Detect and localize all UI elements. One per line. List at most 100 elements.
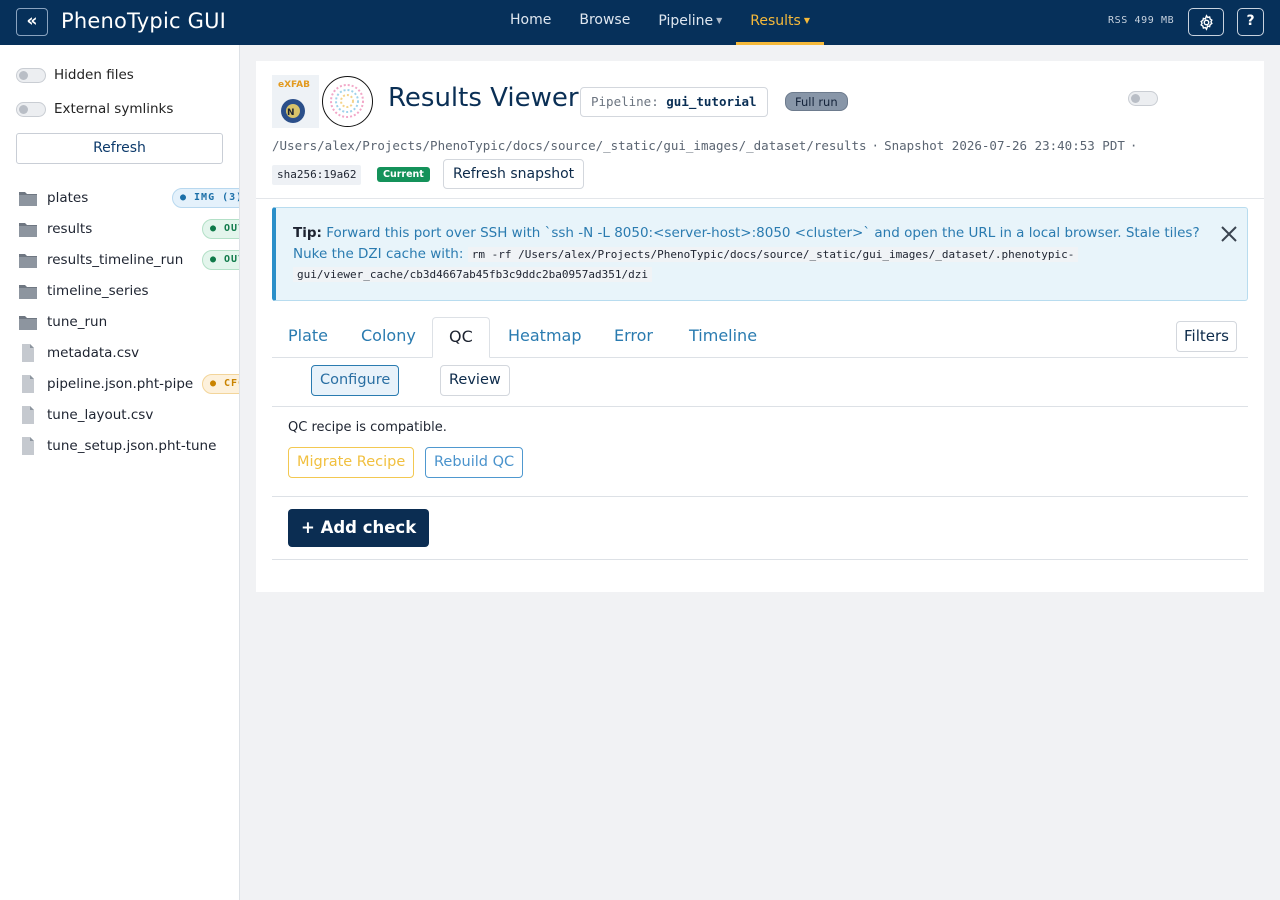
- img-badge: ● IMG (3): [172, 188, 239, 209]
- page-title: Results Viewer: [388, 83, 579, 113]
- hidden-files-toggle-row[interactable]: Hidden files: [16, 67, 134, 83]
- refresh-snapshot-button[interactable]: Refresh snapshot: [443, 159, 585, 189]
- tree-item-label: results: [47, 221, 93, 238]
- viewer-tabs: Plate Colony QC Heatmap Error Timeline F…: [272, 317, 1248, 358]
- tree-item-results[interactable]: results ● OUT: [18, 214, 239, 245]
- nav-pipeline-label: Pipeline: [658, 13, 714, 29]
- external-symlinks-toggle-row[interactable]: External symlinks: [16, 101, 173, 117]
- separator-dot: ·: [871, 138, 880, 153]
- tip-line-1: Tip: Forward this port over SSH with `ss…: [293, 225, 1200, 241]
- tree-item-label: plates: [47, 190, 89, 207]
- pipeline-label: Pipeline:: [591, 94, 659, 109]
- tip-code: rm -rf /Users/alex/Projects/PhenoTypic/d…: [467, 247, 1079, 262]
- exfab-logo: eXFAB N: [272, 75, 319, 128]
- folder-icon: [19, 316, 37, 330]
- help-button[interactable]: ?: [1237, 8, 1264, 36]
- top-navbar: « PhenoTypic GUI Home Browse Pipeline ▼ R…: [0, 0, 1280, 45]
- main-nav: Home Browse Pipeline ▼ Results ▼: [496, 0, 824, 45]
- separator-dot: ·: [1129, 138, 1138, 153]
- qc-recipe-section: QC recipe is compatible. Migrate Recipe …: [272, 407, 1248, 497]
- caret-down-icon: ▼: [716, 16, 723, 25]
- tree-item-tune-setup-json[interactable]: tune_setup.json.pht-tune: [18, 430, 239, 461]
- header-divider: [256, 198, 1264, 199]
- configure-subtab[interactable]: Configure: [311, 365, 400, 396]
- tip-line-2: Nuke the DZI cache with: rm -rf /Users/a…: [293, 246, 1079, 262]
- migrate-recipe-button[interactable]: Migrate Recipe: [288, 447, 415, 478]
- nav-home-label: Home: [510, 12, 552, 28]
- tree-item-timeline-series[interactable]: timeline_series: [18, 276, 239, 307]
- tree-item-label: pipeline.json.pht-pipe: [47, 375, 194, 392]
- external-symlinks-switch[interactable]: [16, 101, 46, 117]
- svg-text:N: N: [287, 108, 295, 118]
- cfg-badge: ● CFG: [202, 373, 239, 394]
- tree-item-tune-run[interactable]: tune_run: [18, 307, 239, 338]
- file-icon: [22, 343, 34, 362]
- hidden-files-label: Hidden files: [54, 67, 134, 83]
- tab-timeline[interactable]: Timeline: [673, 317, 773, 358]
- qc-subtabs: Configure Review: [272, 358, 1248, 407]
- out-badge: ● OUT: [202, 219, 239, 240]
- external-symlinks-label: External symlinks: [54, 101, 174, 117]
- tab-qc[interactable]: QC: [432, 317, 490, 358]
- svg-text:eXFAB: eXFAB: [278, 80, 310, 90]
- header-toggle[interactable]: [1128, 91, 1166, 106]
- tab-heatmap[interactable]: Heatmap: [492, 317, 598, 358]
- tip-text: Forward this port over SSH with `ssh -N …: [326, 225, 1200, 241]
- out-badge: ● OUT: [202, 250, 239, 271]
- tree-item-label: timeline_series: [47, 283, 149, 300]
- rebuild-qc-button[interactable]: Rebuild QC: [425, 447, 524, 478]
- nav-results-label: Results: [750, 13, 801, 29]
- ssh-tip-alert: Tip: Forward this port over SSH with `ss…: [272, 207, 1248, 301]
- tree-item-results-timeline-run[interactable]: results_timeline_run ● OUT: [18, 245, 239, 276]
- file-browser-sidebar: Hidden files External symlinks Refresh p…: [0, 45, 240, 900]
- nav-results[interactable]: Results ▼: [736, 0, 824, 45]
- tip-code-continued: gui/viewer_cache/cb3d4667ab45fb3c9ddc2ba…: [293, 267, 652, 282]
- run-mode-badge: Full run: [785, 92, 848, 111]
- pipeline-value: gui_tutorial: [666, 94, 757, 109]
- filters-button[interactable]: Filters: [1176, 321, 1237, 352]
- folder-icon: [19, 223, 37, 238]
- file-icon: [22, 436, 34, 455]
- results-viewer-panel: eXFAB N Results Viewer Pipeline: gui_tut…: [256, 61, 1264, 592]
- tree-item-pipeline-json[interactable]: pipeline.json.pht-pipe ● CFG: [18, 368, 239, 399]
- results-path: /Users/alex/Projects/PhenoTypic/docs/sou…: [272, 138, 867, 153]
- gear-icon: [1199, 14, 1213, 31]
- close-icon[interactable]: [1219, 224, 1239, 244]
- settings-button[interactable]: [1188, 8, 1224, 36]
- tab-error[interactable]: Error: [598, 317, 669, 358]
- snapshot-time: Snapshot 2026-07-26 23:40:53 PDT: [884, 138, 1125, 153]
- header-switch[interactable]: [1128, 91, 1158, 106]
- tree-item-plates[interactable]: plates ● IMG (3): [18, 183, 239, 214]
- chevrons-left-icon: «: [26, 11, 38, 31]
- folder-icon: [19, 254, 37, 269]
- tree-item-label: results_timeline_run: [47, 252, 184, 269]
- tip-prefix: Tip:: [293, 225, 322, 241]
- tab-plate[interactable]: Plate: [272, 317, 344, 358]
- file-icon: [22, 374, 34, 393]
- folder-icon: [19, 192, 37, 207]
- app-brand[interactable]: PhenoTypic GUI: [61, 9, 226, 33]
- tree-item-tune-layout-csv[interactable]: tune_layout.csv: [18, 399, 239, 430]
- project-logo: [322, 76, 373, 127]
- tree-item-label: tune_layout.csv: [47, 406, 154, 423]
- add-check-button[interactable]: + Add check: [288, 509, 430, 547]
- tab-colony[interactable]: Colony: [345, 317, 432, 358]
- collapse-sidebar-button[interactable]: «: [16, 8, 48, 36]
- file-tree: plates ● IMG (3) results ● OUT results_t…: [18, 183, 239, 461]
- results-path-line: /Users/alex/Projects/PhenoTypic/docs/sou…: [272, 138, 1142, 153]
- sha-hash: sha256:19a62: [272, 165, 362, 185]
- review-subtab[interactable]: Review: [440, 365, 510, 396]
- nav-pipeline[interactable]: Pipeline ▼: [644, 0, 736, 45]
- tree-item-label: metadata.csv: [47, 344, 140, 361]
- tree-item-label: tune_setup.json.pht-tune: [47, 437, 217, 454]
- tree-item-metadata-csv[interactable]: metadata.csv: [18, 337, 239, 368]
- qc-status-text: QC recipe is compatible.: [288, 420, 447, 435]
- qc-checks-section: + Add check: [272, 497, 1248, 560]
- rss-memory-readout: RSS 499 MB: [1108, 15, 1175, 26]
- nav-browse-label: Browse: [579, 12, 631, 28]
- nav-browse[interactable]: Browse: [565, 0, 644, 45]
- nav-home[interactable]: Home: [496, 0, 565, 45]
- caret-down-icon: ▼: [803, 16, 810, 25]
- refresh-button[interactable]: Refresh: [16, 133, 223, 164]
- hidden-files-switch[interactable]: [16, 67, 46, 83]
